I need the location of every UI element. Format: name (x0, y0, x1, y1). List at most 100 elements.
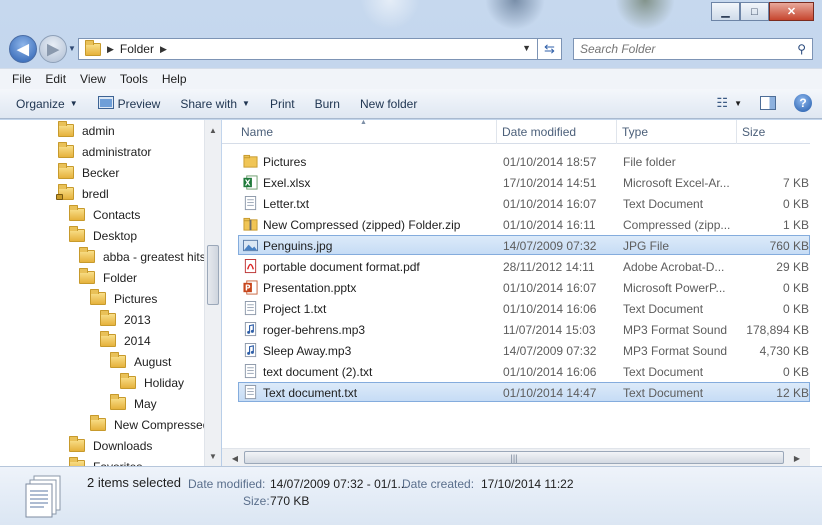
file-type: MP3 Format Sound (623, 344, 728, 358)
tree-item[interactable]: 2013 (100, 309, 151, 330)
menu-edit[interactable]: Edit (45, 72, 66, 86)
close-button[interactable]: ✕ (769, 2, 814, 21)
scroll-thumb[interactable] (207, 245, 219, 305)
tree-item[interactable]: Favorites (69, 456, 142, 466)
date-created-value: 17/10/2014 11:22 (481, 477, 574, 491)
file-row[interactable]: X Exel.xlsx 17/10/2014 14:51 Microsoft Exce… (238, 172, 810, 192)
breadcrumb-separator[interactable]: ▶ (107, 44, 114, 55)
print-button[interactable]: Print (270, 97, 295, 111)
file-row[interactable]: roger-behrens.mp3 11/07/2014 15:03 MP3 For… (238, 319, 810, 339)
powerpoint-icon: P (243, 280, 258, 295)
scroll-up-icon[interactable]: ▲ (205, 122, 221, 138)
file-date-modified: 01/10/2014 14:47 (503, 386, 597, 400)
tree-item[interactable]: Downloads (69, 435, 152, 456)
date-modified-value: 14/07/2009 07:32 - 01/1... (270, 477, 408, 491)
file-name: Penguins.jpg (263, 239, 333, 253)
scroll-thumb[interactable]: ||| (244, 451, 784, 464)
tree-item[interactable]: Desktop (69, 225, 137, 246)
address-history-dropdown-icon[interactable]: ▼ (522, 43, 531, 53)
menu-tools[interactable]: Tools (120, 72, 148, 86)
burn-button[interactable]: Burn (315, 97, 340, 111)
file-row[interactable]: text document (2).txt 01/10/2014 16:06 Tex… (238, 361, 810, 381)
folder-icon (58, 121, 74, 137)
tree-item[interactable]: bredl (56, 183, 109, 204)
tree-item[interactable]: Contacts (69, 204, 140, 225)
folder-icon (110, 394, 126, 410)
tree-item[interactable]: Becker (58, 162, 119, 183)
title-bar[interactable]: ▁ □ ✕ (0, 0, 822, 30)
file-type: File folder (623, 155, 676, 169)
tree-item-label: August (134, 354, 172, 369)
minimize-button[interactable]: ▁ (711, 2, 740, 21)
file-name: New Compressed (zipped) Folder.zip (263, 218, 461, 232)
file-row[interactable]: Sleep Away.mp3 14/07/2009 07:32 MP3 Format… (238, 340, 810, 360)
scroll-down-icon[interactable]: ▼ (205, 448, 221, 464)
file-row[interactable]: New Compressed (zipped) Folder.zip 01/10/… (238, 214, 810, 234)
help-icon[interactable]: ? (794, 94, 812, 112)
preview-button[interactable]: Preview (97, 95, 160, 112)
preview-pane-icon[interactable] (760, 96, 776, 110)
address-bar[interactable]: ▶ Folder ▶ ▼ (78, 38, 538, 60)
file-date-modified: 01/10/2014 16:06 (503, 302, 597, 316)
file-type: Microsoft Excel-Ar... (623, 176, 730, 190)
details-pane: 2 items selected Date modified: 14/07/20… (0, 466, 822, 525)
tree-item[interactable]: Folder (79, 267, 137, 288)
tree-item[interactable]: May (110, 393, 157, 414)
scroll-left-icon[interactable]: ◀ (228, 451, 242, 465)
breadcrumb-separator[interactable]: ▶ (160, 44, 167, 55)
menu-help[interactable]: Help (162, 72, 187, 86)
search-input[interactable] (580, 42, 780, 56)
column-type[interactable]: Type (616, 120, 736, 144)
refresh-button[interactable]: ⇆ (538, 38, 562, 60)
navigation-pane-scrollbar[interactable]: ▲ ▼ (204, 120, 221, 466)
file-size: 0 KB (782, 281, 809, 295)
print-label: Print (269, 96, 295, 111)
organize-button[interactable]: Organize ▼ (16, 97, 78, 111)
tree-item-label: Becker (82, 165, 120, 180)
file-name: roger-behrens.mp3 (263, 323, 366, 337)
file-row[interactable]: Penguins.jpg 14/07/2009 07:32 JPG File 760 … (238, 235, 810, 255)
scroll-right-icon[interactable]: ▶ (790, 451, 804, 465)
tree-item[interactable]: New Compressed (90, 414, 209, 435)
svg-text:P: P (245, 283, 251, 292)
breadcrumb-folder[interactable]: Folder (120, 42, 154, 56)
file-size: 0 KB (782, 197, 809, 211)
new-folder-button[interactable]: New folder (360, 97, 417, 111)
menu-view[interactable]: View (80, 72, 106, 86)
file-row[interactable]: Project 1.txt 01/10/2014 16:06 Text Docume… (238, 298, 810, 318)
tree-item[interactable]: Holiday (120, 372, 184, 393)
tree-item[interactable]: August (110, 351, 171, 372)
search-box[interactable]: ⚲ (573, 38, 813, 60)
file-row[interactable]: Letter.txt 01/10/2014 16:07 Text Document 0… (238, 193, 810, 213)
file-row[interactable]: P Presentation.pptx 01/10/2014 16:07 Micros… (238, 277, 810, 297)
tree-item[interactable]: administrator (58, 141, 151, 162)
date-created-label: Date created: (402, 477, 475, 491)
share-with-label: Share with (180, 96, 238, 111)
file-size: 178,894 KB (746, 323, 809, 337)
file-row[interactable]: Pictures 01/10/2014 18:57 File folder (238, 151, 810, 171)
sort-ascending-icon: ▲ (360, 120, 367, 126)
tree-item[interactable]: admin (58, 120, 115, 141)
tree-item[interactable]: abba - greatest hits (79, 246, 206, 267)
search-icon[interactable]: ⚲ (797, 42, 806, 56)
folder-icon (243, 154, 258, 168)
column-date-modified[interactable]: Date modified (496, 120, 616, 144)
forward-button[interactable]: ▶ (39, 35, 67, 63)
file-list: Name ▲ Date modified Type Size Pictures 0… (222, 120, 822, 466)
change-view-icon[interactable]: ☷ (716, 95, 728, 111)
back-button[interactable]: ◀ (9, 35, 37, 63)
share-with-button[interactable]: Share with ▼ (180, 97, 250, 111)
file-row[interactable]: portable document format.pdf 28/11/2012 1… (238, 256, 810, 276)
tree-item[interactable]: Pictures (90, 288, 157, 309)
column-size[interactable]: Size (736, 120, 810, 144)
folder-icon (58, 163, 74, 179)
tree-item-label: Contacts (93, 207, 141, 222)
recent-pages-dropdown[interactable]: ▼ (68, 44, 76, 53)
horizontal-scrollbar[interactable]: ◀ ||| ▶ (222, 448, 810, 466)
file-date-modified: 11/07/2014 15:03 (503, 323, 596, 337)
tree-item[interactable]: 2014 (100, 330, 151, 351)
maximize-button[interactable]: □ (740, 2, 769, 21)
chevron-down-icon[interactable]: ▼ (734, 99, 742, 108)
file-row[interactable]: Text document.txt 01/10/2014 14:47 Text Do… (238, 382, 810, 402)
menu-file[interactable]: File (12, 72, 31, 86)
